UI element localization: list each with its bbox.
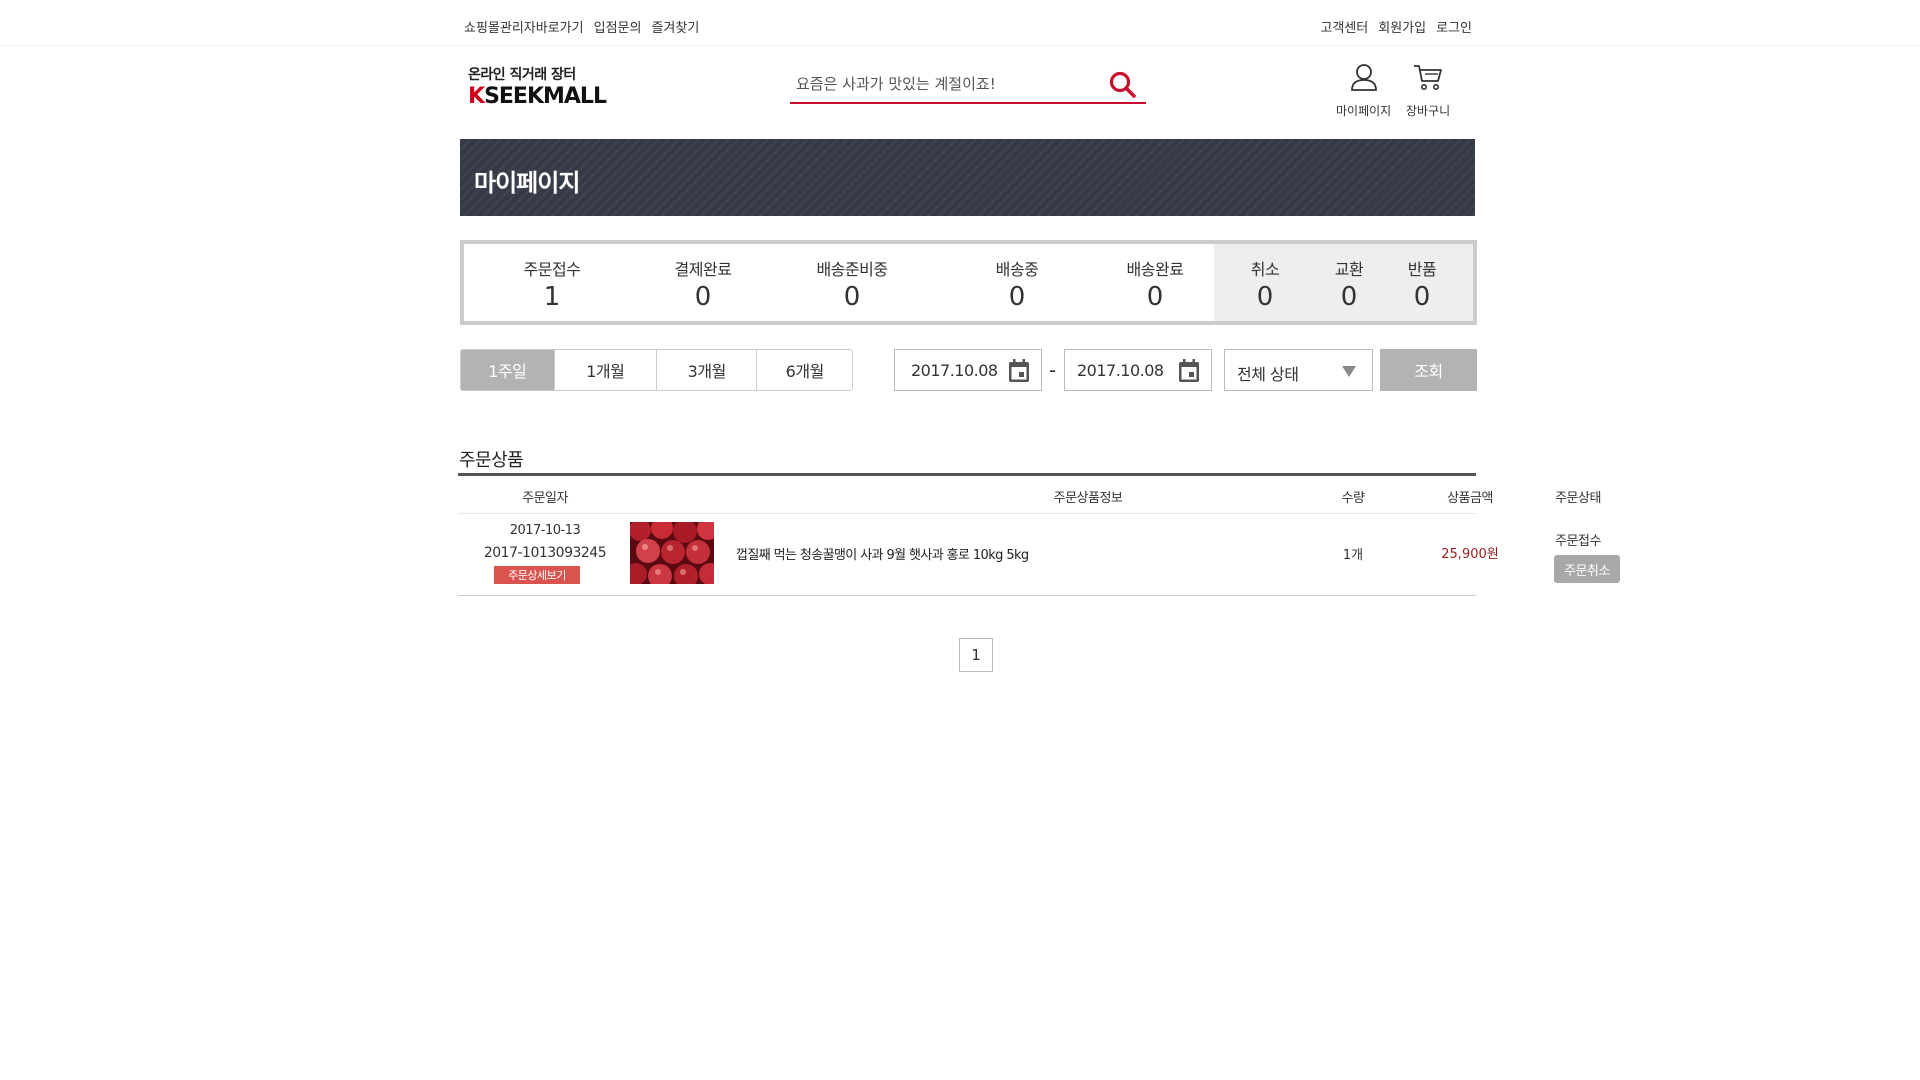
calendar-icon[interactable] <box>1178 359 1200 383</box>
cancel-order-button[interactable]: 주문취소 <box>1554 555 1620 583</box>
vendor-inquiry-link[interactable]: 입점문의 <box>594 17 642 36</box>
status-count: 0 <box>843 282 861 312</box>
status-cancel[interactable]: 취소 0 <box>1214 244 1316 321</box>
status-shipping[interactable]: 배송중 0 <box>938 244 1096 321</box>
page-banner: 마이페이지 <box>460 139 1475 216</box>
ordered-products-heading: 주문상품 <box>459 450 524 471</box>
logo-letter-k: K <box>468 84 485 109</box>
status-side-group: 취소 0 교환 0 반품 0 <box>1214 244 1473 321</box>
status-delivered[interactable]: 배송완료 0 <box>1096 244 1214 321</box>
period-1week-button[interactable]: 1주일 <box>461 350 554 390</box>
product-name-link[interactable]: 껍질째 먹는 청송꿀맹이 사과 9월 햇사과 홍로 10kg 5kg <box>736 544 1029 563</box>
order-status-dropdown[interactable]: 전체 상태 <box>1224 349 1373 391</box>
table-row: 2017-10-13 2017-1013093245 주문상세보기 껍질째 먹는… <box>458 514 1620 596</box>
site-logo[interactable]: 온라인 직거래 장터 KSEEKMALL <box>468 64 607 110</box>
status-label: 배송완료 <box>1126 260 1184 279</box>
end-date-value: 2017.10.08 <box>1077 361 1164 380</box>
period-3month-button[interactable]: 3개월 <box>656 350 756 390</box>
mypage-label: 마이페이지 <box>1336 104 1392 118</box>
order-price: 25,900원 <box>1441 547 1499 562</box>
calendar-icon[interactable] <box>1008 359 1030 383</box>
status-count: 1 <box>543 282 561 312</box>
admin-shortcut-link[interactable]: 쇼핑몰관리자바로가기 <box>464 17 584 36</box>
status-count: 0 <box>1340 282 1358 312</box>
status-label: 결제완료 <box>674 260 732 279</box>
order-status-text: 주문접수 <box>1555 534 1601 549</box>
column-header-order-status: 주문상태 <box>1555 491 1601 506</box>
column-header-order-date: 주문일자 <box>522 491 568 506</box>
end-date-field[interactable]: 2017.10.08 <box>1064 349 1212 391</box>
cart-label: 장바구니 <box>1406 104 1451 118</box>
period-selector: 1주일 1개월 3개월 6개월 <box>460 349 853 391</box>
order-date: 2017-10-13 <box>509 523 581 538</box>
period-6month-button[interactable]: 6개월 <box>756 350 852 390</box>
order-quantity: 1개 <box>1342 548 1364 563</box>
status-preparing-shipment[interactable]: 배송준비중 0 <box>766 244 938 321</box>
status-label: 취소 <box>1250 260 1280 279</box>
status-count: 0 <box>1256 282 1274 312</box>
order-number: 2017-1013093245 <box>483 545 607 561</box>
cart-button[interactable]: 장바구니 <box>1406 62 1450 119</box>
status-order-received[interactable]: 주문접수 1 <box>464 244 640 321</box>
logo-wordmark: KSEEKMALL <box>468 84 607 110</box>
order-detail-button[interactable]: 주문상세보기 <box>494 566 580 584</box>
status-exchange[interactable]: 교환 0 <box>1316 244 1382 321</box>
top-right-links: 고객센터 회원가입 로그인 <box>1320 17 1472 36</box>
page-title: 마이페이지 <box>474 169 580 197</box>
status-count: 0 <box>1413 282 1431 312</box>
period-1month-button[interactable]: 1개월 <box>553 350 656 390</box>
status-count: 0 <box>694 282 712 312</box>
status-label: 배송중 <box>995 260 1039 279</box>
bookmark-link[interactable]: 즐겨찾기 <box>651 17 699 36</box>
order-status-summary: 주문접수 1 결제완료 0 배송준비중 0 배송중 0 배송완료 0 취소 0 … <box>460 240 1477 325</box>
customer-center-link[interactable]: 고객센터 <box>1320 17 1368 36</box>
order-table: 주문일자 주문상품정보 수량 상품금액 주문상태 2017-10-13 2017… <box>458 473 1620 596</box>
start-date-value: 2017.10.08 <box>911 361 998 380</box>
status-label: 배송준비중 <box>816 260 888 279</box>
start-date-field[interactable]: 2017.10.08 <box>894 349 1042 391</box>
search-icon <box>1109 71 1136 98</box>
search-bar <box>790 66 1146 104</box>
status-count: 0 <box>1008 282 1026 312</box>
status-main-group: 주문접수 1 결제완료 0 배송준비중 0 배송중 0 배송완료 0 <box>464 244 1214 321</box>
search-button[interactable] <box>1108 70 1140 100</box>
search-input[interactable] <box>796 70 1096 98</box>
status-return[interactable]: 반품 0 <box>1382 244 1462 321</box>
signup-link[interactable]: 회원가입 <box>1378 17 1426 36</box>
status-count: 0 <box>1146 282 1164 312</box>
chevron-down-icon <box>1342 366 1356 377</box>
logo-tagline: 온라인 직거래 장터 <box>468 67 576 83</box>
status-payment-complete[interactable]: 결제완료 0 <box>640 244 766 321</box>
user-icon <box>1350 64 1377 91</box>
column-header-quantity: 수량 <box>1341 491 1365 506</box>
lookup-button[interactable]: 조회 <box>1380 349 1477 391</box>
apple-image <box>630 522 714 584</box>
column-header-price: 상품금액 <box>1447 491 1493 506</box>
status-label: 교환 <box>1334 260 1364 279</box>
order-status-dropdown-value: 전체 상태 <box>1237 365 1299 384</box>
product-thumbnail[interactable] <box>630 522 714 584</box>
login-link[interactable]: 로그인 <box>1436 17 1472 36</box>
table-header: 주문일자 주문상품정보 수량 상품금액 주문상태 <box>458 476 1601 514</box>
cart-icon <box>1414 65 1442 90</box>
top-utility-bar: 쇼핑몰관리자바로가기 입점문의 즐겨찾기 고객센터 회원가입 로그인 <box>0 0 1920 46</box>
logo-wordmark-rest: SEEKMALL <box>484 84 607 109</box>
pagination-page-1[interactable]: 1 <box>959 638 993 672</box>
date-range-separator: - <box>1049 358 1057 382</box>
mypage-button[interactable]: 마이페이지 <box>1336 62 1391 119</box>
status-label: 주문접수 <box>523 260 581 279</box>
status-label: 반품 <box>1407 260 1437 279</box>
column-header-product-info: 주문상품정보 <box>1053 491 1123 506</box>
top-left-links: 쇼핑몰관리자바로가기 입점문의 즐겨찾기 <box>464 17 699 36</box>
